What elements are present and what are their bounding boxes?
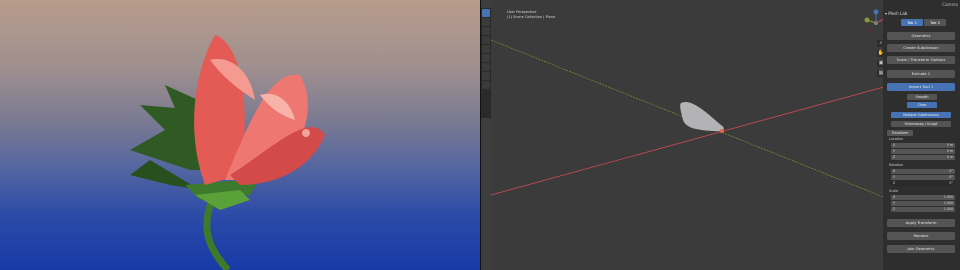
apply-transform-button[interactable]: Apply Transform bbox=[887, 219, 955, 227]
viewport-grid bbox=[490, 39, 892, 201]
addon-title: Mesh Lab bbox=[888, 11, 908, 16]
tab-1[interactable]: Tab 1 bbox=[901, 19, 923, 26]
viewport-collection: (1) Scene Collection | Plane bbox=[507, 15, 556, 19]
replace-button[interactable]: Replace bbox=[887, 232, 955, 240]
annotate-tool-icon[interactable] bbox=[482, 63, 490, 71]
extrude-button[interactable]: Extrude 1 bbox=[887, 70, 955, 78]
scale-z-field[interactable]: Z 1.000 bbox=[891, 207, 955, 212]
scale-x-field[interactable]: X 1.000 bbox=[891, 195, 955, 200]
smooth-button[interactable]: Smooth bbox=[907, 94, 937, 100]
transform-panel-header[interactable]: Transform bbox=[887, 130, 913, 136]
import-tool-button[interactable]: Import Tool 1 bbox=[887, 83, 955, 91]
geometry-button[interactable]: Geometry bbox=[887, 32, 955, 40]
shrinkwrap-sculpt-button[interactable]: Shrinkwrap / Sculpt bbox=[891, 121, 951, 127]
scale-tool-icon[interactable] bbox=[482, 45, 490, 53]
select-tool-icon[interactable] bbox=[482, 9, 490, 17]
viewport-info: User Perspective (1) Scene Collection | … bbox=[507, 10, 555, 20]
cursor-tool-icon[interactable] bbox=[482, 18, 490, 26]
rotation-y-field[interactable]: Y 0° bbox=[891, 175, 955, 180]
rotation-label: Rotation bbox=[889, 163, 904, 167]
tool-shelf bbox=[481, 8, 491, 118]
tab-2[interactable]: Tab 2 bbox=[924, 19, 946, 26]
flower-illustration bbox=[130, 35, 325, 270]
location-z-field[interactable]: Z0 m bbox=[891, 155, 955, 160]
window-title: Camera bbox=[942, 2, 958, 7]
rotation-x-field[interactable]: X 0° bbox=[891, 169, 955, 174]
scale-transform-options-button[interactable]: Scale / Transform Options bbox=[887, 56, 955, 64]
rotation-z-field[interactable]: Z 0° bbox=[891, 181, 955, 186]
scale-label: Scale bbox=[889, 189, 899, 193]
rotate-tool-icon[interactable] bbox=[482, 36, 490, 44]
render-preview bbox=[0, 0, 480, 270]
properties-sidebar: Camera ▾ Mesh Lab Tab 1 Tab 2 Geometry C… bbox=[883, 0, 960, 270]
app-root: User Perspective (1) Scene Collection | … bbox=[0, 0, 960, 270]
add-cube-tool-icon[interactable] bbox=[482, 81, 490, 89]
location-label: Location bbox=[889, 137, 904, 141]
multiple-subdivisions-button[interactable]: Multiple Subdivisions bbox=[891, 112, 951, 118]
measure-tool-icon[interactable] bbox=[482, 72, 490, 80]
addon-header: ▾ Mesh Lab bbox=[885, 10, 958, 18]
3d-viewport[interactable]: User Perspective (1) Scene Collection | … bbox=[490, 0, 923, 270]
location-y-field[interactable]: Y0 m bbox=[891, 149, 955, 154]
editor-pane: User Perspective (1) Scene Collection | … bbox=[481, 0, 960, 270]
scale-y-field[interactable]: Y 1.000 bbox=[891, 201, 955, 206]
clear-button[interactable]: Clear bbox=[907, 102, 937, 108]
transform-tool-icon[interactable] bbox=[482, 54, 490, 62]
move-tool-icon[interactable] bbox=[482, 27, 490, 35]
create-subdivision-button[interactable]: Create Subdivision bbox=[887, 44, 955, 52]
join-geometry-button[interactable]: Join Geometry bbox=[887, 245, 955, 253]
location-x-field[interactable]: X0 m bbox=[891, 143, 955, 148]
